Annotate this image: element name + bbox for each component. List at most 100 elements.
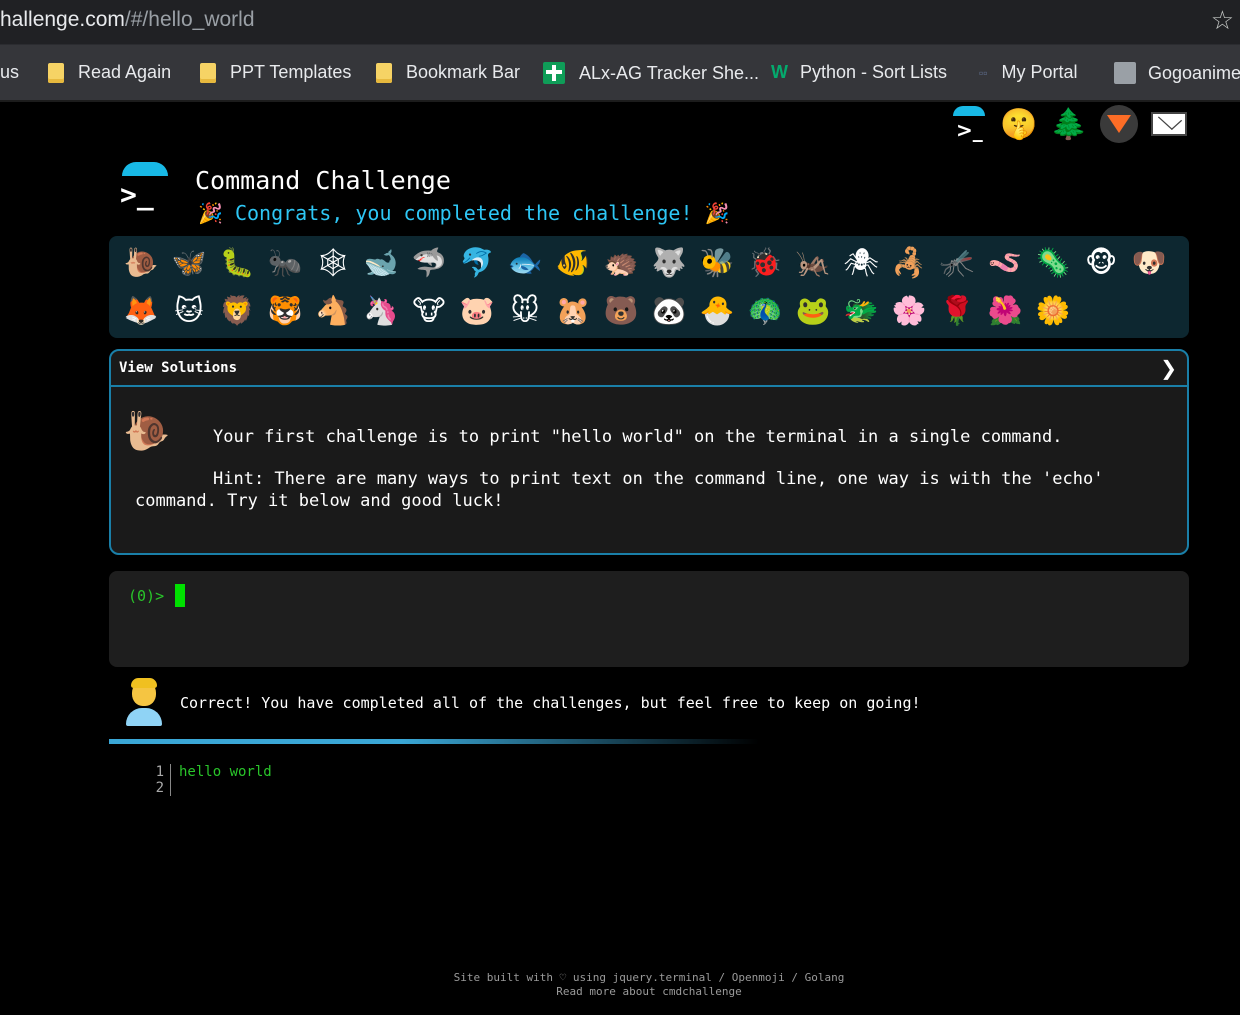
- bookmark-label: My Portal: [1001, 62, 1078, 82]
- bookmark-item[interactable]: W Python - Sort Lists: [771, 62, 947, 83]
- animal-badge-icon[interactable]: 🐻: [597, 288, 645, 332]
- animal-badge-icon[interactable]: 🪱: [981, 240, 1029, 284]
- animal-badge-icon[interactable]: 🌼: [1029, 288, 1077, 332]
- bookmark-item[interactable]: ▫▫ My Portal: [979, 62, 1078, 83]
- bookmark-label: Gogoanime: [1148, 62, 1240, 83]
- folder-icon: [200, 62, 216, 83]
- editor-line: 2: [150, 780, 272, 796]
- animal-badge-icon[interactable]: 🐱: [165, 288, 213, 332]
- animal-badge-icon[interactable]: 🐸: [789, 288, 837, 332]
- animal-badge-icon[interactable]: 🦔: [597, 240, 645, 284]
- divider: [109, 739, 759, 744]
- url-domain: hallenge.com: [0, 8, 125, 31]
- bookmark-item[interactable]: PPT Templates: [200, 62, 351, 83]
- url-text[interactable]: hallenge.com/#/hello_world: [0, 8, 255, 32]
- animal-badge-icon[interactable]: 🐼: [645, 288, 693, 332]
- line-content: hello world: [179, 764, 272, 780]
- animal-badge-icon[interactable]: 🌺: [981, 288, 1029, 332]
- animal-badge-icon[interactable]: 🐭: [501, 288, 549, 332]
- animal-badge-icon[interactable]: 🦋: [165, 240, 213, 284]
- hint-text: command. Try it below and good luck!: [135, 491, 504, 511]
- footer: Site built with ♡ using jquery.terminal …: [0, 971, 1240, 999]
- animal-badge-icon[interactable]: 🦂: [885, 240, 933, 284]
- animal-row: 🐌 🦋 🐛 🐜 🕸 🐋 🦈 🐬 🐟 🐠 🦔 🐺 🐝 🐞 🦗 🕷 🦂 🦟 🪱 🦠 🐵 🐶: [117, 240, 1173, 284]
- challenge-description: Your first challenge is to print "hello …: [213, 427, 1063, 447]
- animal-badge-icon[interactable]: 🕸: [309, 240, 357, 284]
- animal-badge-icon[interactable]: 🐛: [213, 240, 261, 284]
- animal-badge-icon[interactable]: 🐺: [645, 240, 693, 284]
- challenge-progress-grid: 🐌 🦋 🐛 🐜 🕸 🐋 🦈 🐬 🐟 🐠 🦔 🐺 🐝 🐞 🦗 🕷 🦂 🦟 🪱 🦠 🐵 🐶 🦊 🐱 🦁 🐯 🐴 🦄 🐮 🐷 🐭 🐹 🐻 🐼 🐣 🦚 🐸 🐲 🌸…: [109, 236, 1189, 338]
- mail-icon[interactable]: [1150, 104, 1188, 144]
- address-bar[interactable]: hallenge.com/#/hello_world ☆: [0, 0, 1240, 45]
- top-icons: >_ 🤫 🌲: [950, 104, 1188, 144]
- shushing-face-icon[interactable]: 🤫: [1000, 104, 1038, 144]
- bookmark-item[interactable]: Gogoanime: [1114, 62, 1240, 84]
- animal-badge-icon[interactable]: 🐣: [693, 288, 741, 332]
- logo-icon[interactable]: >_: [950, 104, 988, 144]
- folder-icon: [376, 62, 392, 83]
- animal-badge-icon[interactable]: 🐌: [117, 240, 165, 284]
- animal-badge-icon[interactable]: 🦚: [741, 288, 789, 332]
- result-message: Correct! You have completed all of the c…: [180, 694, 921, 712]
- animal-badge-icon[interactable]: 🦟: [933, 240, 981, 284]
- terminal-prompt: (0)>: [128, 587, 165, 605]
- animal-badge-icon[interactable]: 🦊: [117, 288, 165, 332]
- animal-badge-icon[interactable]: 🐶: [1125, 240, 1173, 284]
- animal-badge-icon[interactable]: 🐵: [1077, 240, 1125, 284]
- footer-read-more-link[interactable]: Read more about cmdchallenge: [0, 985, 1240, 999]
- sheets-icon: [543, 62, 565, 84]
- animal-badge-icon[interactable]: 🐮: [405, 288, 453, 332]
- animal-badge-icon[interactable]: 🐯: [261, 288, 309, 332]
- animal-badge-icon[interactable]: 🐟: [501, 240, 549, 284]
- folder-icon: [48, 62, 64, 83]
- page-title: Command Challenge: [195, 166, 451, 195]
- animal-badge-icon[interactable]: 🌹: [933, 288, 981, 332]
- animal-badge-icon[interactable]: 🦁: [213, 288, 261, 332]
- view-solutions-toggle[interactable]: View Solutions ❯: [111, 351, 1187, 387]
- congrats-text: Congrats, you completed the challenge!: [234, 201, 693, 225]
- hint-text: Hint: There are many ways to print text …: [213, 469, 1104, 489]
- line-content: [171, 780, 179, 796]
- output-editor: 1 hello world 2: [150, 764, 272, 796]
- globe-icon: [1114, 62, 1136, 84]
- gitlab-icon[interactable]: [1100, 104, 1138, 144]
- animal-badge-icon[interactable]: 🐝: [693, 240, 741, 284]
- footer-credits: Site built with ♡ using jquery.terminal …: [453, 971, 845, 984]
- animal-badge-icon[interactable]: 🐴: [309, 288, 357, 332]
- animal-badge-icon[interactable]: 🐲: [837, 288, 885, 332]
- animal-badge-icon[interactable]: 🕷: [837, 240, 885, 284]
- animal-badge-icon[interactable]: 🌸: [885, 288, 933, 332]
- view-solutions-label: View Solutions: [119, 360, 238, 376]
- bookmark-item[interactable]: us: [0, 62, 19, 83]
- animal-badge-icon[interactable]: 🐷: [453, 288, 501, 332]
- terminal[interactable]: (0)>: [109, 571, 1189, 667]
- party-popper-icon: 🎉: [704, 201, 730, 225]
- portal-icon: ▫▫: [979, 65, 988, 80]
- chevron-right-icon[interactable]: ❯: [1160, 356, 1177, 380]
- avatar-icon: [124, 678, 164, 728]
- bookmark-label: ALx-AG Tracker She...: [579, 62, 760, 83]
- animal-badge-icon[interactable]: 🐋: [357, 240, 405, 284]
- bookmarks-bar: us Read Again PPT Templates Bookmark Bar…: [0, 45, 1240, 102]
- animal-badge-icon[interactable]: 🐹: [549, 288, 597, 332]
- animal-badge-icon[interactable]: 🐬: [453, 240, 501, 284]
- bookmark-item[interactable]: Read Again: [48, 62, 171, 83]
- animal-badge-icon[interactable]: 🦠: [1029, 240, 1077, 284]
- animal-badge-icon[interactable]: 🐠: [549, 240, 597, 284]
- editor-line: 1 hello world: [150, 764, 272, 780]
- tree-icon[interactable]: 🌲: [1050, 104, 1088, 144]
- bookmark-item[interactable]: Bookmark Bar: [376, 62, 520, 83]
- animal-badge-icon[interactable]: 🦈: [405, 240, 453, 284]
- bookmark-item[interactable]: ALx-AG Tracker She...: [543, 62, 759, 84]
- logo-icon: >_: [116, 160, 172, 216]
- bookmark-label: Bookmark Bar: [406, 62, 521, 82]
- bookmark-star-icon[interactable]: ☆: [1211, 6, 1234, 36]
- terminal-cursor[interactable]: [175, 584, 185, 607]
- animal-badge-icon[interactable]: 🐞: [741, 240, 789, 284]
- snail-icon: 🐌: [123, 409, 171, 453]
- bookmark-label: us: [0, 62, 20, 82]
- w3-icon: W: [771, 62, 788, 82]
- animal-badge-icon[interactable]: 🐜: [261, 240, 309, 284]
- animal-badge-icon[interactable]: 🦄: [357, 288, 405, 332]
- animal-badge-icon[interactable]: 🦗: [789, 240, 837, 284]
